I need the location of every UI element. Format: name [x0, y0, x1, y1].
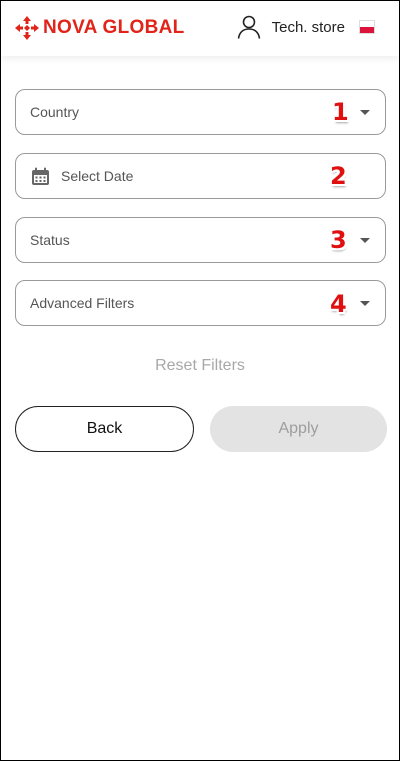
top-header: NOVA GLOBAL Tech. store — [1, 1, 399, 56]
brand-logo[interactable]: NOVA GLOBAL — [14, 15, 185, 41]
date-picker-field[interactable]: Select Date 2 — [15, 153, 386, 199]
user-store-area[interactable]: Tech. store — [236, 14, 375, 40]
chevron-down-icon — [360, 238, 370, 243]
advanced-filters-select[interactable]: Advanced Filters 4 — [15, 280, 386, 326]
nova-logo-icon — [15, 16, 39, 40]
status-select[interactable]: Status 3 — [15, 217, 386, 263]
apply-button[interactable]: Apply — [210, 406, 387, 452]
annotation-badge-3: 3 — [330, 226, 347, 254]
poland-flag-icon[interactable] — [359, 20, 375, 34]
country-select[interactable]: Country 1 — [15, 89, 386, 135]
chevron-down-icon — [360, 301, 370, 306]
calendar-icon — [32, 167, 49, 185]
store-name: Tech. store — [271, 18, 345, 36]
annotation-badge-1: 1 — [332, 98, 349, 126]
country-select-label: Country — [30, 104, 80, 120]
annotation-badge-2: 2 — [330, 162, 347, 190]
brand-name: NOVA GLOBAL — [43, 17, 185, 38]
reset-filters-link[interactable]: Reset Filters — [1, 357, 399, 375]
app-frame: NOVA GLOBAL Tech. store Country 1 Select… — [0, 0, 400, 761]
date-field-label: Select Date — [61, 168, 134, 184]
advanced-filters-label: Advanced Filters — [30, 295, 135, 311]
back-button[interactable]: Back — [15, 406, 194, 452]
status-select-label: Status — [30, 232, 70, 248]
annotation-badge-4: 4 — [330, 290, 347, 318]
user-icon — [237, 15, 260, 39]
chevron-down-icon — [360, 110, 370, 115]
